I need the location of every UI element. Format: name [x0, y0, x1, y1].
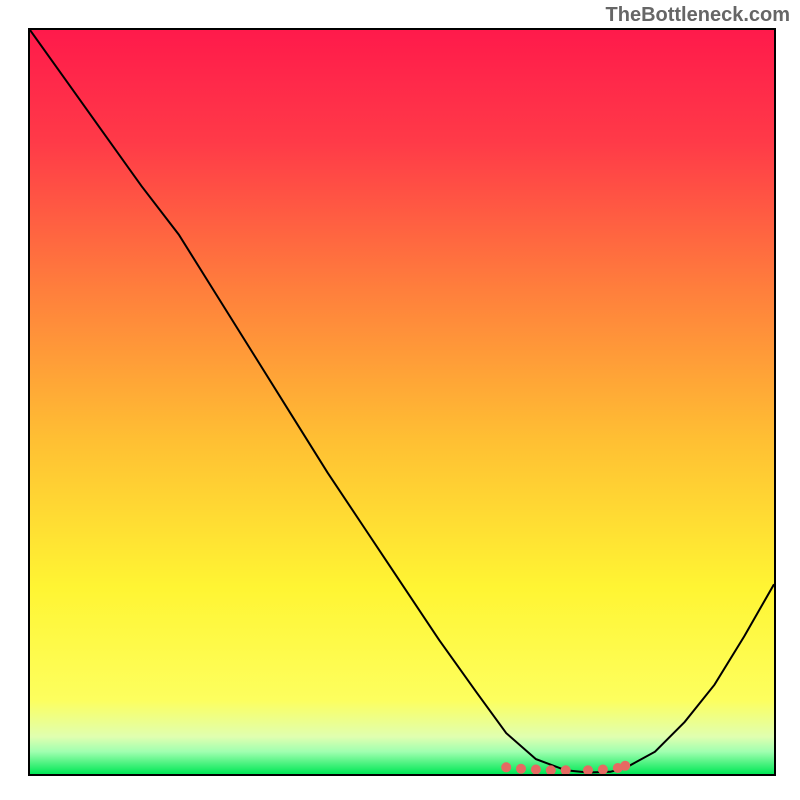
- watermark-text: TheBottleneck.com: [606, 4, 790, 27]
- optimal-point: [516, 764, 526, 774]
- optimal-point: [561, 765, 571, 774]
- chart-plot-area: [28, 28, 776, 776]
- bottleneck-curve: [30, 30, 774, 773]
- optimal-point: [531, 765, 541, 775]
- chart-svg: [30, 30, 774, 774]
- optimal-point: [501, 762, 511, 772]
- optimal-point: [598, 765, 608, 775]
- optimal-point: [583, 765, 593, 774]
- optimal-point: [620, 761, 630, 771]
